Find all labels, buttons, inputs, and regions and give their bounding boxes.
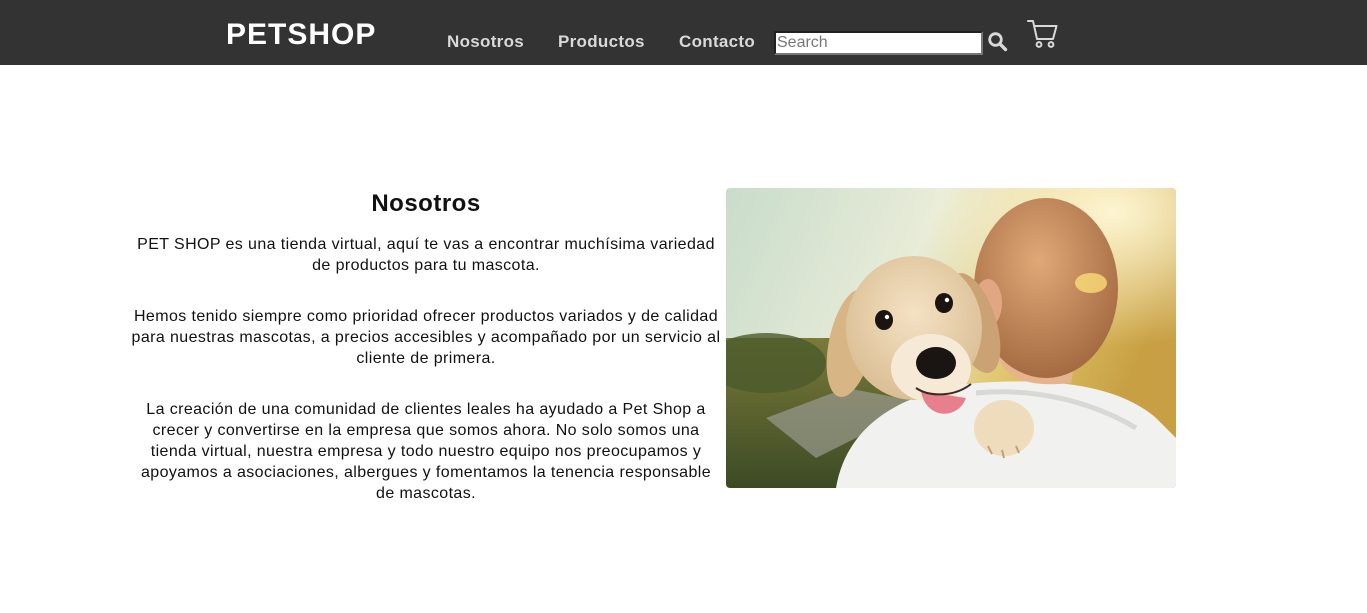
search-icon[interactable] [987,31,1009,53]
nav-link-contacto[interactable]: Contacto [679,32,755,52]
nav-link-productos[interactable]: Productos [558,32,645,52]
navbar: PETSHOP Nosotros Productos Contacto [0,0,1367,65]
about-paragraph-3: La creación de una comunidad de clientes… [140,401,712,502]
search-input[interactable] [774,31,983,55]
cart-icon[interactable] [1026,16,1060,50]
about-title: Nosotros [371,190,481,217]
about-paragraph-2: Hemos tenido siempre como prioridad ofre… [131,308,721,367]
about-photo [726,188,1176,488]
brand-logo[interactable]: PETSHOP [226,17,376,53]
nav-link-nosotros[interactable]: Nosotros [447,32,524,52]
about-paragraph-1: PET SHOP es una tienda virtual, aquí te … [137,236,715,274]
